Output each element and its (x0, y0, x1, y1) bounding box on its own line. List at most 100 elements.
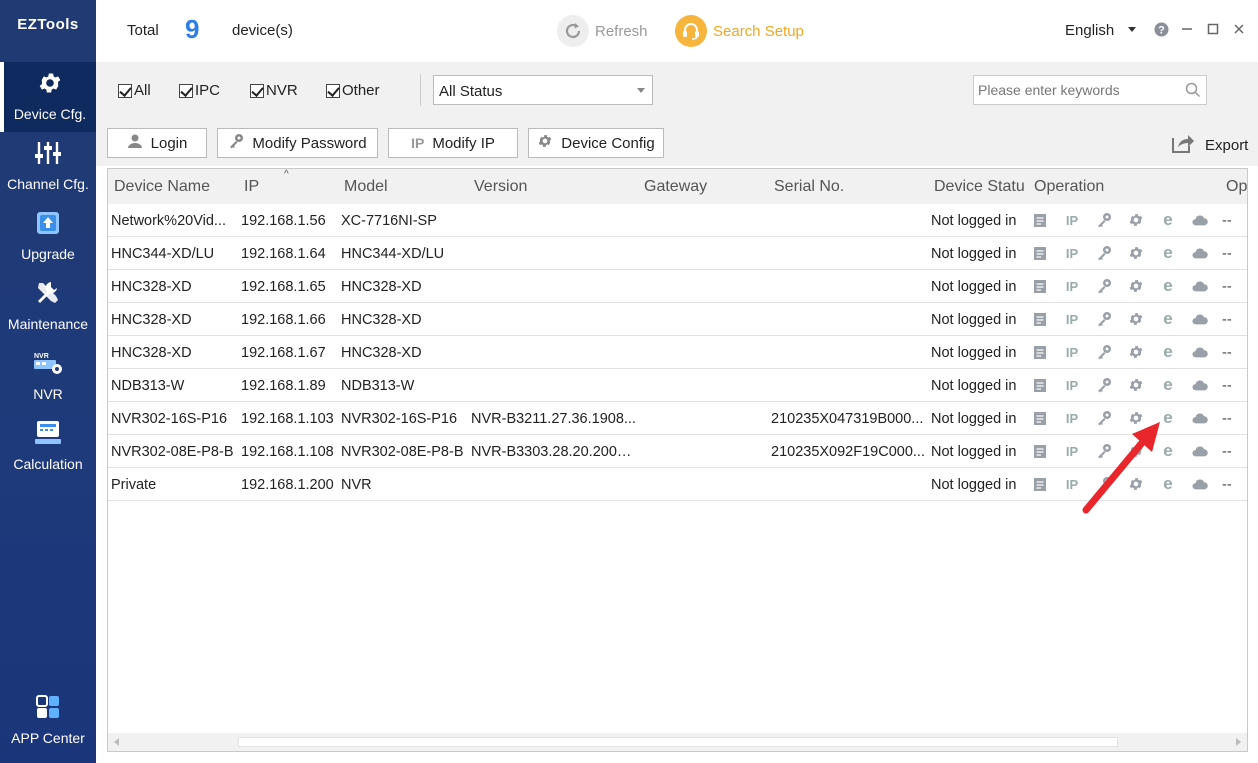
sidebar-item-calculation[interactable]: Calculation (0, 412, 96, 482)
key-icon[interactable] (1096, 344, 1112, 360)
modify-ip-button[interactable]: IP Modify IP (388, 128, 518, 158)
ip-icon: IP (411, 135, 425, 151)
table-row[interactable]: NDB313-W 192.168.1.89 NDB313-W Not logged i… (108, 369, 1247, 402)
cloud-icon[interactable] (1192, 476, 1208, 492)
col-ip[interactable]: IP (244, 178, 259, 196)
doc-icon[interactable] (1032, 476, 1048, 492)
modify-password-button[interactable]: Modify Password (217, 128, 378, 158)
cloud-icon[interactable] (1192, 212, 1208, 228)
doc-icon[interactable] (1032, 344, 1048, 360)
key-icon[interactable] (1096, 278, 1112, 294)
cloud-icon[interactable] (1192, 311, 1208, 327)
cloud-icon[interactable] (1192, 245, 1208, 261)
scroll-right-icon[interactable] (1236, 738, 1241, 746)
table-row[interactable]: Network%20Vid... 192.168.1.56 XC-7716NI-SP… (108, 204, 1247, 237)
cloud-icon[interactable] (1192, 443, 1208, 459)
minimize-icon[interactable] (1178, 20, 1196, 38)
cloud-icon[interactable] (1192, 377, 1208, 393)
doc-icon[interactable] (1032, 278, 1048, 294)
browser-e-icon[interactable]: e (1160, 376, 1176, 393)
ip-icon[interactable]: IP (1064, 344, 1080, 360)
gear-icon[interactable] (1128, 212, 1144, 228)
status-select[interactable]: All Status (433, 75, 653, 105)
search-icon[interactable] (1185, 82, 1201, 103)
sidebar-item-nvr[interactable]: NVR NVR (0, 342, 96, 412)
close-icon[interactable] (1230, 20, 1248, 38)
filter-all-checkbox[interactable]: All (118, 82, 151, 99)
col-version[interactable]: Version (474, 178, 527, 196)
gear-icon[interactable] (1128, 245, 1144, 261)
sidebar-item-device-cfg[interactable]: Device Cfg. (0, 62, 96, 132)
ip-icon[interactable]: IP (1064, 212, 1080, 228)
cell-op: -- (1222, 378, 1232, 394)
filter-other-checkbox[interactable]: Other (326, 82, 380, 99)
browser-e-icon[interactable]: e (1160, 244, 1176, 261)
filter-nvr-checkbox[interactable]: NVR (250, 82, 298, 99)
cloud-icon[interactable] (1192, 344, 1208, 360)
device-config-button[interactable]: Device Config (528, 128, 664, 158)
search-setup-button[interactable]: Search Setup (675, 14, 804, 48)
col-serial-no[interactable]: Serial No. (774, 178, 844, 196)
doc-icon[interactable] (1032, 443, 1048, 459)
doc-icon[interactable] (1032, 410, 1048, 426)
col-gateway[interactable]: Gateway (644, 178, 707, 196)
table-row[interactable]: HNC344-XD/LU 192.168.1.64 HNC344-XD/LU Not … (108, 237, 1247, 270)
col-op[interactable]: Op (1226, 178, 1247, 196)
language-select[interactable]: English (1065, 22, 1114, 39)
checkbox-box[interactable] (326, 83, 340, 98)
browser-e-icon[interactable]: e (1160, 211, 1176, 228)
col-model[interactable]: Model (344, 178, 388, 196)
doc-icon[interactable] (1032, 311, 1048, 327)
col-device-status[interactable]: Device Statu (934, 178, 1024, 196)
gear-icon[interactable] (1128, 311, 1144, 327)
sidebar-item-app-center[interactable]: APP Center (0, 686, 96, 756)
sort-up-icon[interactable]: ^ (284, 169, 289, 180)
cell-op: -- (1222, 345, 1232, 361)
maximize-icon[interactable] (1204, 20, 1222, 38)
browser-e-icon[interactable]: e (1160, 343, 1176, 360)
key-icon[interactable] (1096, 311, 1112, 327)
checkbox-box[interactable] (179, 83, 193, 98)
search-input[interactable] (973, 75, 1207, 105)
cell-model: NVR (341, 477, 372, 493)
ip-icon[interactable]: IP (1064, 377, 1080, 393)
scroll-left-icon[interactable] (114, 738, 119, 746)
chevron-down-icon[interactable] (1128, 27, 1136, 32)
sidebar-item-label: Maintenance (7, 316, 89, 332)
gear-icon[interactable] (1128, 377, 1144, 393)
login-button[interactable]: Login (107, 128, 207, 158)
table-row[interactable]: HNC328-XD 192.168.1.65 HNC328-XD Not logged… (108, 270, 1247, 303)
key-icon[interactable] (1096, 245, 1112, 261)
col-operation[interactable]: Operation (1034, 178, 1104, 196)
export-button[interactable]: Export (1171, 132, 1248, 158)
sidebar-item-channel-cfg[interactable]: Channel Cfg. (0, 132, 96, 202)
doc-icon[interactable] (1032, 212, 1048, 228)
key-icon[interactable] (1096, 377, 1112, 393)
doc-icon[interactable] (1032, 377, 1048, 393)
table-row[interactable]: HNC328-XD 192.168.1.66 HNC328-XD Not logged… (108, 303, 1247, 336)
filter-ipc-checkbox[interactable]: IPC (179, 82, 220, 99)
col-device-name[interactable]: Device Name (114, 178, 210, 196)
sidebar-item-maintenance[interactable]: Maintenance (0, 272, 96, 342)
ip-icon[interactable]: IP (1064, 278, 1080, 294)
browser-e-icon[interactable]: e (1160, 310, 1176, 327)
gear-icon[interactable] (1128, 278, 1144, 294)
scrollbar-thumb[interactable] (238, 737, 1118, 747)
checkbox-box[interactable] (118, 83, 132, 98)
horizontal-scrollbar[interactable] (108, 733, 1247, 751)
doc-icon[interactable] (1032, 245, 1048, 261)
sidebar-item-label: APP Center (11, 730, 85, 746)
sidebar-item-upgrade[interactable]: Upgrade (0, 202, 96, 272)
gear-icon[interactable] (1128, 344, 1144, 360)
checkbox-box[interactable] (250, 83, 264, 98)
refresh-button[interactable]: Refresh (557, 14, 648, 48)
key-icon[interactable] (1096, 212, 1112, 228)
help-icon[interactable]: ? (1152, 20, 1170, 38)
user-icon (127, 133, 143, 153)
cloud-icon[interactable] (1192, 410, 1208, 426)
table-row[interactable]: HNC328-XD 192.168.1.67 HNC328-XD Not logged… (108, 336, 1247, 369)
browser-e-icon[interactable]: e (1160, 277, 1176, 294)
ip-icon[interactable]: IP (1064, 311, 1080, 327)
cloud-icon[interactable] (1192, 278, 1208, 294)
ip-icon[interactable]: IP (1064, 245, 1080, 261)
